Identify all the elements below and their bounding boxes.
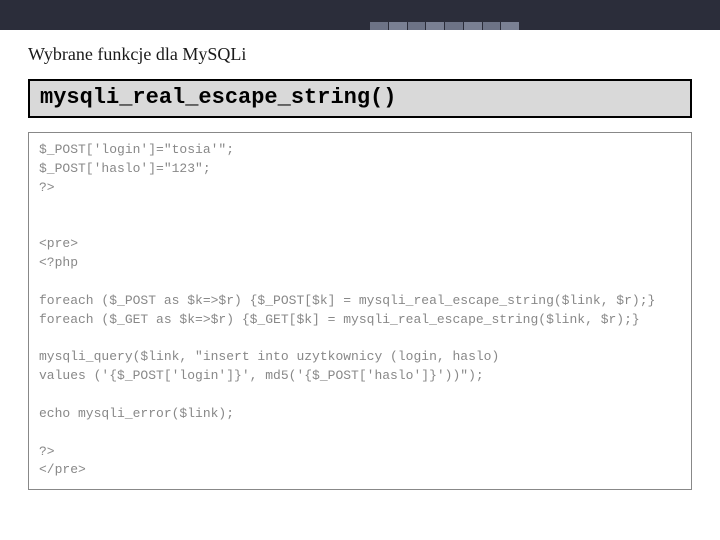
section-title: Wybrane funkcje dla MySQLi [28, 44, 692, 65]
code-sample: $_POST['login']="tosia'"; $_POST['haslo'… [28, 132, 692, 490]
slide-header-bar [0, 0, 720, 30]
function-name-box: mysqli_real_escape_string() [28, 79, 692, 118]
slide-content: Wybrane funkcje dla MySQLi mysqli_real_e… [0, 30, 720, 490]
function-name: mysqli_real_escape_string() [40, 85, 396, 110]
header-accent [370, 22, 520, 30]
